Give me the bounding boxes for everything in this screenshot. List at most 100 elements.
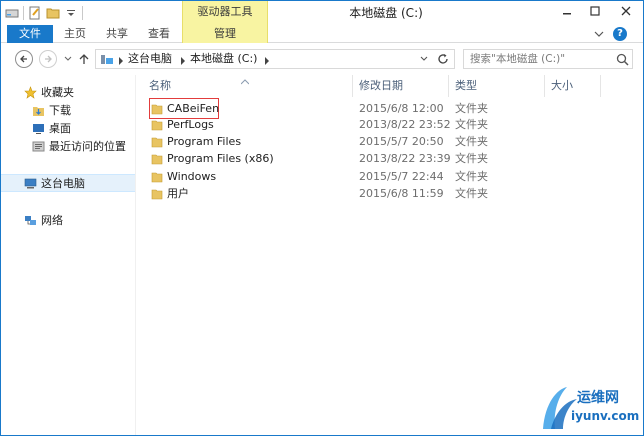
file-row-cabeifen[interactable]: CABeiFen 2015/6/8 12:00 文件夹 [137, 98, 643, 119]
minimize-icon [563, 13, 571, 15]
search-input[interactable] [464, 50, 614, 68]
file-date: 2015/6/8 12:00 [359, 102, 444, 115]
column-header-date[interactable]: 修改日期 [353, 75, 449, 97]
file-type: 文件夹 [455, 170, 488, 183]
folder-icon [151, 102, 163, 116]
close-button[interactable] [609, 1, 643, 21]
pane-divider[interactable] [135, 75, 136, 435]
search-box[interactable] [463, 49, 633, 69]
tab-share[interactable]: 共享 [99, 25, 135, 43]
file-row-windows[interactable]: Windows 2015/5/7 22:44 文件夹 [137, 169, 643, 185]
nav-item-label: 这台电脑 [41, 177, 85, 190]
minimize-button[interactable] [553, 1, 581, 21]
file-name: PerfLogs [167, 118, 214, 131]
breadcrumb-local-disk[interactable]: 本地磁盘 (C:) [190, 50, 257, 68]
folder-icon [151, 187, 163, 201]
expand-ribbon-button[interactable] [593, 28, 605, 40]
file-row-users[interactable]: 用户 2015/6/8 11:59 文件夹 [137, 186, 643, 202]
breadcrumb-this-pc[interactable]: 这台电脑 [128, 50, 172, 68]
nav-item-label: 最近访问的位置 [49, 140, 126, 153]
nav-this-pc[interactable]: 这台电脑 [1, 174, 135, 192]
nav-item-recent-places[interactable]: 最近访问的位置 [1, 137, 135, 155]
drive-icon[interactable] [5, 6, 19, 20]
explorer-window: 驱动器工具 本地磁盘 (C:) 文件 主页 共享 查看 管理 ? 这台电脑 本地… [0, 0, 644, 436]
file-type: 文件夹 [455, 187, 488, 200]
column-header-row: 名称 修改日期 类型 大小 [137, 75, 643, 97]
close-icon [621, 6, 631, 16]
chevron-down-icon [594, 31, 604, 37]
forward-button[interactable] [39, 50, 57, 68]
file-type: 文件夹 [455, 102, 488, 115]
tab-view[interactable]: 查看 [141, 25, 177, 43]
search-icon[interactable] [616, 53, 629, 66]
file-date: 2013/8/22 23:39 [359, 152, 451, 165]
arrow-right-icon [45, 55, 52, 63]
file-date: 2013/8/22 23:52 [359, 118, 451, 131]
computer-icon [23, 176, 37, 190]
column-header-name[interactable]: 名称 [137, 75, 353, 97]
breadcrumb-arrow-icon[interactable] [180, 55, 186, 65]
file-date: 2015/5/7 22:44 [359, 170, 444, 183]
window-title: 本地磁盘 (C:) [349, 6, 423, 20]
file-name: 用户 [167, 187, 189, 200]
nav-item-label: 桌面 [49, 122, 71, 135]
up-button[interactable] [77, 50, 91, 68]
tab-manage[interactable]: 管理 [182, 25, 268, 43]
qat-separator [82, 6, 83, 20]
nav-item-label: 下载 [49, 104, 71, 117]
column-header-size[interactable]: 大小 [545, 75, 601, 97]
drive-icon [100, 52, 114, 66]
nav-favorites[interactable]: 收藏夹 [1, 83, 135, 101]
nav-network[interactable]: 网络 [1, 211, 135, 229]
watermark-url: iyunv.com [571, 409, 640, 423]
navigation-pane: 收藏夹 下载 桌面 最近访问的位置 这台电脑 网络 [1, 75, 135, 435]
qat-separator [23, 6, 24, 20]
help-icon[interactable]: ? [613, 27, 627, 41]
file-list: 名称 修改日期 类型 大小 CABeiFen 2015/6/8 12:00 文件… [137, 75, 643, 435]
nav-item-downloads[interactable]: 下载 [1, 101, 135, 119]
nav-item-label: 收藏夹 [41, 86, 74, 99]
properties-icon[interactable] [28, 6, 42, 20]
address-bar[interactable]: 这台电脑 本地磁盘 (C:) [95, 49, 455, 69]
navigation-bar: 这台电脑 本地磁盘 (C:) [1, 44, 643, 74]
nav-item-desktop[interactable]: 桌面 [1, 119, 135, 137]
file-name: CABeiFen [167, 102, 220, 115]
column-header-type[interactable]: 类型 [449, 75, 545, 97]
breadcrumb-arrow-icon[interactable] [118, 55, 124, 65]
arrow-up-icon [79, 54, 89, 64]
tab-file[interactable]: 文件 [7, 25, 53, 43]
file-row-perflogs[interactable]: PerfLogs 2013/8/22 23:52 文件夹 [137, 117, 643, 133]
watermark-text: 运维网 [577, 390, 619, 406]
chevron-down-icon [420, 56, 428, 61]
download-folder-icon [31, 103, 45, 117]
maximize-icon [590, 6, 600, 16]
recent-places-icon [31, 139, 45, 153]
recent-locations-button[interactable] [63, 50, 73, 68]
breadcrumb-arrow-icon[interactable] [264, 55, 270, 65]
file-name: Windows [167, 170, 217, 183]
desktop-icon [31, 121, 45, 135]
address-dropdown-button[interactable] [418, 53, 430, 65]
file-name: Program Files (x86) [167, 152, 274, 165]
maximize-button[interactable] [581, 1, 609, 21]
watermark-logo: 运维网 iyunv.com [537, 383, 641, 435]
title-bar: 驱动器工具 本地磁盘 (C:) [1, 1, 643, 25]
new-folder-icon[interactable] [46, 6, 60, 20]
ribbon-tabs: 文件 主页 共享 查看 管理 ? [1, 25, 643, 43]
folder-icon [151, 152, 163, 166]
refresh-button[interactable] [436, 52, 450, 66]
qat-dropdown-icon[interactable] [64, 6, 78, 20]
tab-home[interactable]: 主页 [57, 25, 93, 43]
file-row-program-files-x86[interactable]: Program Files (x86) 2013/8/22 23:39 文件夹 [137, 151, 643, 167]
file-type: 文件夹 [455, 152, 488, 165]
folder-icon [151, 135, 163, 149]
file-date: 2015/5/7 20:50 [359, 135, 444, 148]
file-type: 文件夹 [455, 135, 488, 148]
back-button[interactable] [15, 50, 33, 68]
arrow-left-icon [20, 55, 27, 63]
file-date: 2015/6/8 11:59 [359, 187, 444, 200]
folder-icon [151, 170, 163, 184]
folder-icon [151, 118, 163, 132]
chevron-down-icon [64, 56, 72, 61]
file-row-program-files[interactable]: Program Files 2015/5/7 20:50 文件夹 [137, 134, 643, 150]
